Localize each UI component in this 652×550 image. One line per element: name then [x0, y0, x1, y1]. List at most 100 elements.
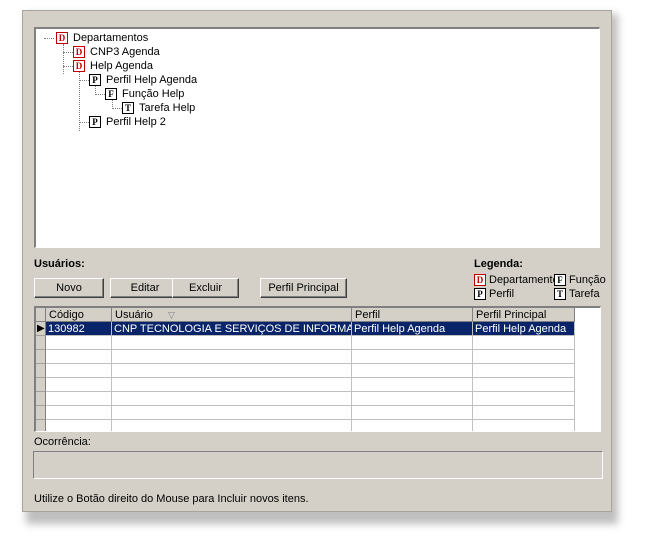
table-cell: [112, 378, 352, 392]
table-cell: [473, 392, 575, 406]
tree-node-label: Tarefa Help: [139, 102, 196, 114]
column-header-usuario[interactable]: Usuário ▽: [112, 308, 352, 322]
perfil-icon: P: [89, 116, 101, 128]
tree-connector: [44, 38, 54, 39]
legend-label: Tarefa: [569, 288, 600, 300]
tree-connector: [112, 108, 122, 109]
tarefa-icon: T: [554, 288, 566, 300]
tree-node-funcao-help[interactable]: F Função Help: [105, 87, 184, 101]
table-cell: [473, 364, 575, 378]
users-grid[interactable]: Código Usuário ▽ Perfil Perfil Principal…: [34, 306, 601, 432]
sort-arrow-icon: ▽: [167, 310, 175, 320]
table-cell: [46, 420, 112, 431]
row-indicator: [36, 406, 46, 420]
tree-node-label: CNP3 Agenda: [90, 46, 160, 58]
department-tree[interactable]: D Departamentos D CNP3 Agenda D Help Age…: [34, 27, 600, 248]
tree-node-perfil-help-agenda[interactable]: P Perfil Help Agenda: [89, 73, 197, 87]
legend-tarefa: T Tarefa: [554, 288, 600, 300]
tree-node-label: Perfil Help Agenda: [106, 74, 198, 86]
column-header-codigo[interactable]: Código: [46, 308, 112, 322]
perfil-icon: P: [474, 288, 486, 300]
table-cell: [112, 392, 352, 406]
usuarios-label: Usuários:: [34, 258, 85, 270]
tree-node-label: Departamentos: [73, 32, 149, 44]
table-cell: [112, 406, 352, 420]
current-row-arrow-icon: ▶: [37, 323, 45, 334]
legend-label: Departamento: [489, 274, 559, 286]
table-cell: [112, 350, 352, 364]
column-header-perfil-principal[interactable]: Perfil Principal: [473, 308, 575, 322]
table-cell-perfil-principal[interactable]: Perfil Help Agenda: [473, 322, 575, 336]
tree-connector: [79, 122, 89, 123]
department-icon: D: [474, 274, 486, 286]
tree-node-label: Função Help: [122, 88, 185, 100]
row-indicator: [36, 364, 46, 378]
table-cell: [46, 406, 112, 420]
novo-button[interactable]: Novo: [34, 278, 104, 298]
legend-perfil: P Perfil: [474, 288, 514, 300]
tree-connector: [95, 94, 105, 95]
tarefa-icon: T: [122, 102, 134, 114]
tree-connector: [63, 44, 64, 74]
table-cell: [473, 336, 575, 350]
tree-node-departamentos[interactable]: D Departamentos: [56, 31, 148, 45]
perfil-icon: P: [89, 74, 101, 86]
row-indicator: [36, 378, 46, 392]
status-hint: Utilize o Botão direito do Mouse para In…: [34, 493, 309, 505]
tree-connector: [63, 52, 73, 53]
legend-label: Perfil: [489, 288, 515, 300]
table-cell: [112, 336, 352, 350]
tree-node-label: Help Agenda: [90, 60, 153, 72]
tree-node-help-agenda[interactable]: D Help Agenda: [73, 59, 153, 73]
tree-connector: [63, 66, 73, 67]
table-cell: [473, 420, 575, 431]
row-indicator: [36, 336, 46, 350]
column-header-perfil[interactable]: Perfil: [352, 308, 473, 322]
tree-node-perfil-help-2[interactable]: P Perfil Help 2: [89, 115, 166, 129]
excluir-button[interactable]: Excluir: [172, 278, 239, 298]
department-icon: D: [73, 46, 85, 58]
main-window: D Departamentos D CNP3 Agenda D Help Age…: [22, 10, 612, 512]
table-cell: [473, 350, 575, 364]
funcao-icon: F: [105, 88, 117, 100]
table-cell-usuario[interactable]: CNP TECNOLOGIA E SERVIÇOS DE INFORMATICA: [112, 322, 352, 336]
table-cell: [46, 350, 112, 364]
row-indicator: ▶: [36, 322, 46, 336]
legend-funcao: F Função: [554, 274, 606, 286]
column-header-label: Usuário: [115, 309, 153, 321]
legend-title: Legenda:: [474, 258, 523, 270]
table-cell: [473, 406, 575, 420]
table-cell: [473, 378, 575, 392]
legend-label: Função: [569, 274, 606, 286]
department-icon: D: [56, 32, 68, 44]
table-cell: [352, 378, 473, 392]
row-indicator: [36, 420, 46, 431]
table-cell: [46, 378, 112, 392]
table-cell: [352, 392, 473, 406]
tree-node-label: Perfil Help 2: [106, 116, 166, 128]
editar-button[interactable]: Editar: [110, 278, 180, 298]
table-cell: [352, 336, 473, 350]
table-cell: [352, 350, 473, 364]
table-cell-perfil[interactable]: Perfil Help Agenda: [352, 322, 473, 336]
table-cell: [46, 364, 112, 378]
ocorrencia-field[interactable]: [33, 451, 603, 479]
table-cell: [112, 420, 352, 431]
grid-corner: [36, 308, 46, 322]
table-cell-codigo[interactable]: 130982: [46, 322, 112, 336]
tree-connector: [79, 80, 89, 81]
row-indicator: [36, 350, 46, 364]
table-cell: [112, 364, 352, 378]
department-icon: D: [73, 60, 85, 72]
legend-departamento: D Departamento: [474, 274, 559, 286]
ocorrencia-label: Ocorrência:: [34, 436, 91, 448]
funcao-icon: F: [554, 274, 566, 286]
tree-node-cnp3-agenda[interactable]: D CNP3 Agenda: [73, 45, 160, 59]
row-indicator: [36, 392, 46, 406]
table-cell: [352, 420, 473, 431]
table-cell: [46, 392, 112, 406]
table-cell: [46, 336, 112, 350]
table-cell: [352, 406, 473, 420]
perfil-principal-button[interactable]: Perfil Principal: [260, 278, 347, 298]
tree-node-tarefa-help[interactable]: T Tarefa Help: [122, 101, 195, 115]
